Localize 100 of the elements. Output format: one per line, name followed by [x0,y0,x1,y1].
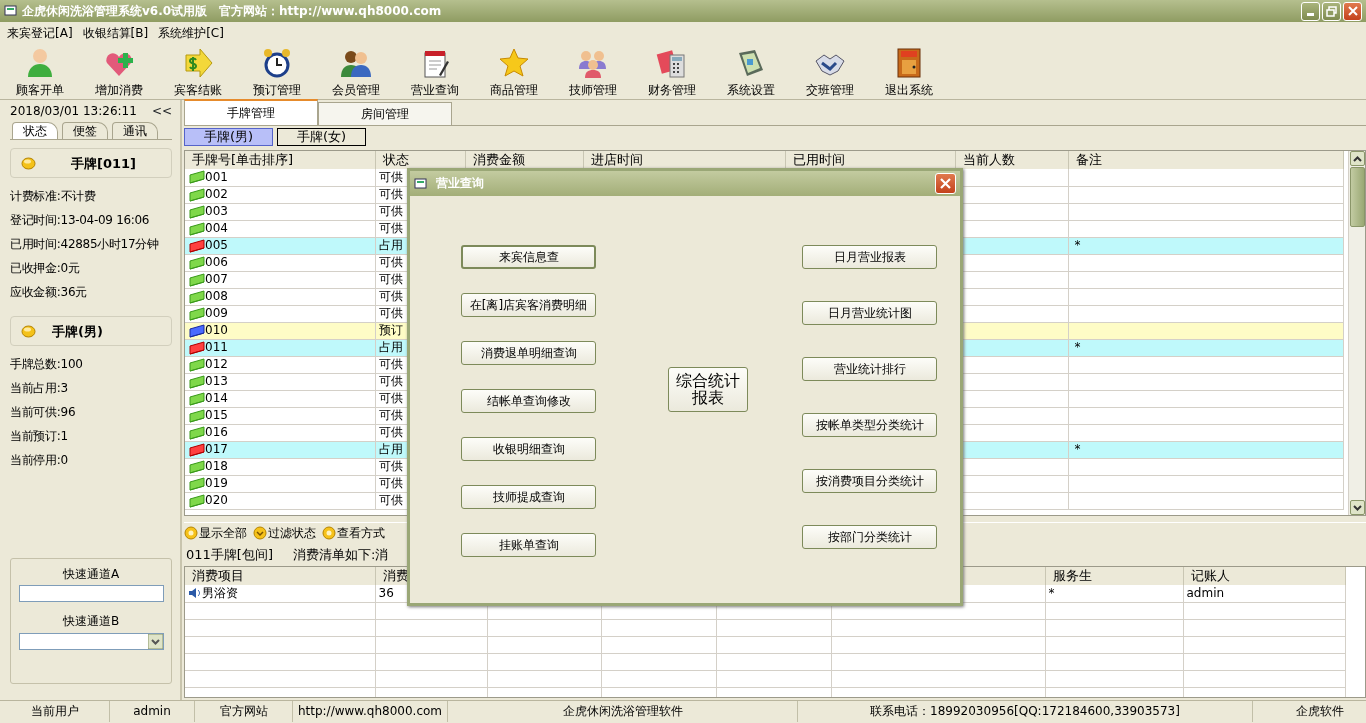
restore-icon [1326,5,1337,17]
circle-icon [322,526,336,541]
table-cell: 001 [205,169,228,185]
table-cell: 可供 [378,169,403,185]
menu-item[interactable]: 来宾登记[A] [2,23,78,43]
column-header[interactable]: 备注 [1068,151,1344,169]
toolbar-button[interactable]: 营业查询 [395,44,474,99]
filter-button[interactable]: 过滤状态 [253,526,316,541]
collapse-button[interactable]: << [151,105,172,118]
menu-item[interactable]: 收银结算[B] [77,23,154,43]
table-cell: 可供 [378,187,403,202]
report-button[interactable]: 挂账单查询 [461,533,596,557]
toolbar-button[interactable]: 交班管理 [790,44,869,99]
table-cell: 占用 [378,442,403,457]
table-cell: 可供 [378,459,403,474]
star-icon [497,46,530,79]
report-button[interactable]: 综合统计报表 [668,367,748,412]
tab[interactable]: 房间管理 [318,102,452,125]
channel-b-dropdown[interactable] [18,632,164,650]
table-cell: 012 [205,357,228,372]
column-header[interactable]: 服务生 [1045,567,1183,585]
column-header[interactable]: 已用时间 [785,151,955,169]
speaker-icon [188,587,202,600]
dropdown-arrow-icon [147,633,163,649]
header-title: 手牌(男) [52,323,103,340]
filter-button[interactable]: 查看方式 [322,526,385,541]
toolbar-button[interactable]: 财务管理 [632,44,711,99]
toolbar-button[interactable]: 顾客开单 [0,44,79,99]
table-cell: 可供 [378,221,403,236]
toolbar-button[interactable]: 预订管理 [237,44,316,99]
table-cell: 018 [205,459,228,474]
toolbar-button[interactable]: 宾客结账 [158,44,237,99]
scroll-thumb[interactable] [1349,167,1365,227]
close-button[interactable] [935,173,956,194]
table-cell: 007 [205,272,228,287]
column-header[interactable]: 当前人数 [955,151,1068,169]
report-button[interactable]: 来宾信息查 [461,245,596,269]
info-text: 应收金额:36元 [10,284,88,302]
table-cell: 可供 [378,374,403,389]
table-cell: 014 [205,391,228,406]
table-cell: 004 [205,221,228,236]
panel-tab[interactable]: 通讯 [112,122,158,140]
report-button[interactable]: 收银明细查询 [461,437,596,461]
column-header[interactable]: 进店时间 [583,151,785,169]
panel-tab[interactable]: 便签 [62,122,108,140]
toolbar-button[interactable]: 技师管理 [553,44,632,99]
close-button[interactable] [1343,1,1362,21]
table-cell: 占用 [378,340,403,355]
table-cell: * [1048,585,1055,601]
selection-title: 011手牌[包间] [186,547,273,563]
status-text: 企虎休闲洗浴管理软件 [448,701,798,722]
tab[interactable]: 手牌(女) [277,128,366,146]
report-button[interactable]: 结帐单查询修改 [461,389,596,413]
field-label: 快速通道A [62,567,120,582]
dialog-title: 营业查询 [436,176,485,191]
table-cell: 011 [205,340,228,355]
maximize-button[interactable] [1322,1,1341,21]
column-header[interactable]: 记账人 [1183,567,1345,585]
table-cell: 可供 [378,425,403,440]
toolbar-button[interactable]: 系统设置 [711,44,790,99]
toolbar-button[interactable]: 退出系统 [869,44,948,99]
minimize-icon [1307,12,1314,16]
report-button[interactable]: 营业统计排行 [802,357,937,381]
column-header[interactable]: 手牌号[单击排序] [185,151,375,169]
column-header[interactable]: 状态 [375,151,465,169]
toolbar-button[interactable]: 增加消费 [79,44,158,99]
panel-tab[interactable]: 状态 [12,122,58,140]
filter-button[interactable]: 显示全部 [184,526,247,541]
table-cell: 男浴资 [202,585,238,601]
channel-a-field[interactable] [18,585,164,603]
report-button[interactable]: 日月营业统计图 [802,301,937,325]
header-title: 手牌[011] [70,155,137,172]
report-button[interactable]: 日月营业报表 [802,245,937,269]
info-text: 登记时间:13-04-09 16:06 [10,212,151,230]
column-header[interactable]: 消费金额 [465,151,583,169]
tab[interactable]: 手牌管理 [184,99,318,125]
table-cell: 可供 [378,204,403,219]
minimize-button[interactable] [1301,1,1320,21]
tab[interactable]: 手牌(男) [184,128,273,146]
toolbar-button[interactable]: 会员管理 [316,44,395,99]
status-text: 官方网站 [195,701,293,722]
menu-item[interactable]: 系统维护[C] [153,23,229,43]
table-cell: 015 [205,408,228,423]
report-button[interactable]: 按帐单类型分类统计 [802,413,937,437]
table-cell: 可供 [378,391,403,406]
column-header[interactable]: 消费项目 [185,567,375,585]
circle-icon [184,526,198,541]
info-text: 当前停用:0 [10,452,69,470]
info-text: 当前可供:96 [10,404,77,422]
report-button[interactable]: 按消费项目分类统计 [802,469,937,493]
field-label: 快速通道B [62,614,120,629]
report-button[interactable]: 消费退单明细查询 [461,341,596,365]
info-text: 手牌总数:100 [10,356,84,374]
report-button[interactable]: 技师提成查询 [461,485,596,509]
table-cell: 可供 [378,493,403,508]
report-button[interactable]: 在[离]店宾客消费明细 [461,293,596,317]
table-cell: 占用 [378,238,403,253]
toolbar-button[interactable]: 商品管理 [474,44,553,99]
report-button[interactable]: 按部门分类统计 [802,525,937,549]
window-title: 企虎休闲洗浴管理系统v6.0试用版 官方网站：http://www.qh8000.com [22,3,443,19]
